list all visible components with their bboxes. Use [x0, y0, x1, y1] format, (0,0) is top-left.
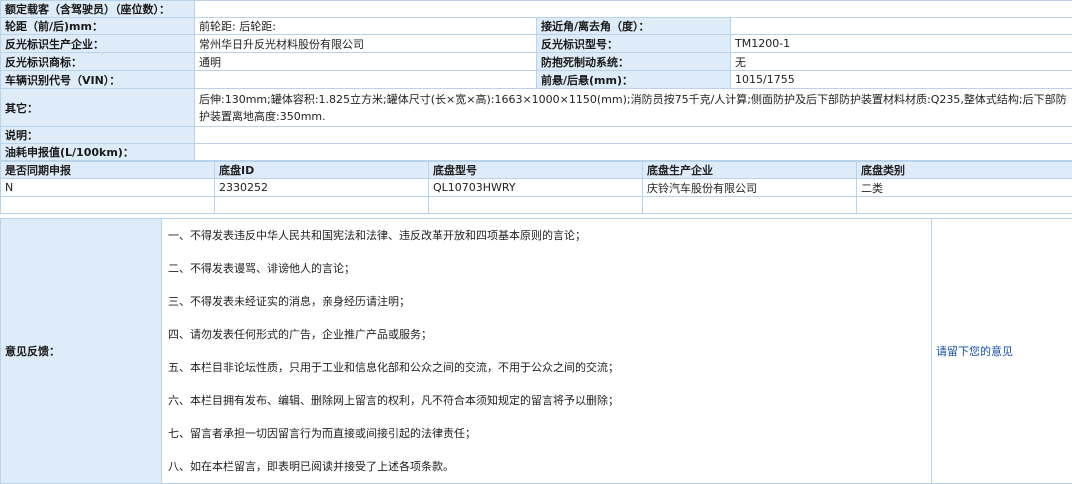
feedback-link-cell: 请留下您的意见	[932, 219, 1072, 484]
approach-angle-value	[731, 18, 1072, 35]
table-row-empty	[1, 197, 1072, 214]
list-item: 二、不得发表谩骂、诽谤他人的言论；	[166, 252, 927, 285]
rated-passengers-value	[195, 1, 1072, 18]
abs-label: 防抱死制动系统：	[537, 53, 731, 71]
leave-feedback-link[interactable]: 请留下您的意见	[936, 345, 1013, 358]
fuel-label: 油耗申报值(L/100km)：	[1, 144, 195, 161]
list-item: 六、本栏目拥有发布、编辑、删除网上留言的权利，凡不符合本须知规定的留言将予以删除…	[166, 384, 927, 417]
chassis-header-id: 底盘ID	[215, 162, 429, 179]
wheelbase-label: 轮距（前/后)mm：	[1, 18, 195, 35]
chassis-cell-sync: N	[1, 179, 215, 197]
feedback-label: 意见反馈：	[1, 219, 162, 484]
empty-cell	[857, 197, 1072, 214]
note-value	[195, 127, 1072, 144]
fuel-value	[195, 144, 1072, 161]
table-row: N 2330252 QL10703HWRY 庆铃汽车股份有限公司 二类	[1, 179, 1072, 197]
feedback-table: 意见反馈： 一、不得发表违反中华人民共和国宪法和法律、违反改革开放和四项基本原则…	[0, 218, 1072, 484]
abs-value: 无	[731, 53, 1072, 71]
reflector-maker-label: 反光标识生产企业：	[1, 35, 195, 53]
overhang-label: 前悬/后悬(mm)：	[537, 71, 731, 89]
chassis-header-maker: 底盘生产企业	[643, 162, 857, 179]
chassis-cell-id: 2330252	[215, 179, 429, 197]
other-label: 其它：	[1, 89, 195, 127]
empty-cell	[429, 197, 643, 214]
empty-cell	[1, 197, 215, 214]
other-value: 后伸:130mm;罐体容积:1.825立方米;罐体尺寸(长×宽×高):1663×…	[195, 89, 1072, 127]
reflector-model-label: 反光标识型号：	[537, 35, 731, 53]
note-label: 说明：	[1, 127, 195, 144]
spec-table: 额定载客（含驾驶员）（座位数）： 轮距（前/后)mm： 前轮距: 后轮距: 接近…	[0, 0, 1072, 161]
chassis-cell-class: 二类	[857, 179, 1072, 197]
approach-angle-label: 接近角/离去角（度）：	[537, 18, 731, 35]
chassis-cell-model: QL10703HWRY	[429, 179, 643, 197]
reflector-brand-label: 反光标识商标：	[1, 53, 195, 71]
list-item: 一、不得发表违反中华人民共和国宪法和法律、违反改革开放和四项基本原则的言论；	[166, 219, 927, 252]
vin-value	[195, 71, 537, 89]
reflector-brand-value: 通明	[195, 53, 537, 71]
chassis-table: 是否同期申报 底盘ID 底盘型号 底盘生产企业 底盘类别 N 2330252 Q…	[0, 161, 1072, 214]
chassis-cell-maker: 庆铃汽车股份有限公司	[643, 179, 857, 197]
list-item: 七、留言者承担一切因留言行为而直接或间接引起的法律责任；	[166, 417, 927, 450]
list-item: 五、本栏目非论坛性质，只用于工业和信息化部和公众之间的交流，不用于公众之间的交流…	[166, 351, 927, 384]
feedback-rules: 一、不得发表违反中华人民共和国宪法和法律、违反改革开放和四项基本原则的言论； 二…	[162, 219, 932, 484]
list-item: 四、请勿发表任何形式的广告，企业推广产品或服务；	[166, 318, 927, 351]
chassis-header-sync: 是否同期申报	[1, 162, 215, 179]
chassis-header-model: 底盘型号	[429, 162, 643, 179]
vin-label: 车辆识别代号（VIN）：	[1, 71, 195, 89]
list-item: 三、不得发表未经证实的消息，亲身经历请注明；	[166, 285, 927, 318]
reflector-maker-value: 常州华日升反光材料股份有限公司	[195, 35, 537, 53]
chassis-header-row: 是否同期申报 底盘ID 底盘型号 底盘生产企业 底盘类别	[1, 162, 1072, 179]
feedback-rule-list: 一、不得发表违反中华人民共和国宪法和法律、违反改革开放和四项基本原则的言论； 二…	[166, 219, 927, 483]
rated-passengers-label: 额定载客（含驾驶员）（座位数）：	[1, 1, 195, 18]
overhang-value: 1015/1755	[731, 71, 1072, 89]
empty-cell	[643, 197, 857, 214]
empty-cell	[215, 197, 429, 214]
wheelbase-value: 前轮距: 后轮距:	[195, 18, 537, 35]
reflector-model-value: TM1200-1	[731, 35, 1072, 53]
list-item: 八、如在本栏留言，即表明已阅读并接受了上述各项条款。	[166, 450, 927, 483]
chassis-header-class: 底盘类别	[857, 162, 1072, 179]
